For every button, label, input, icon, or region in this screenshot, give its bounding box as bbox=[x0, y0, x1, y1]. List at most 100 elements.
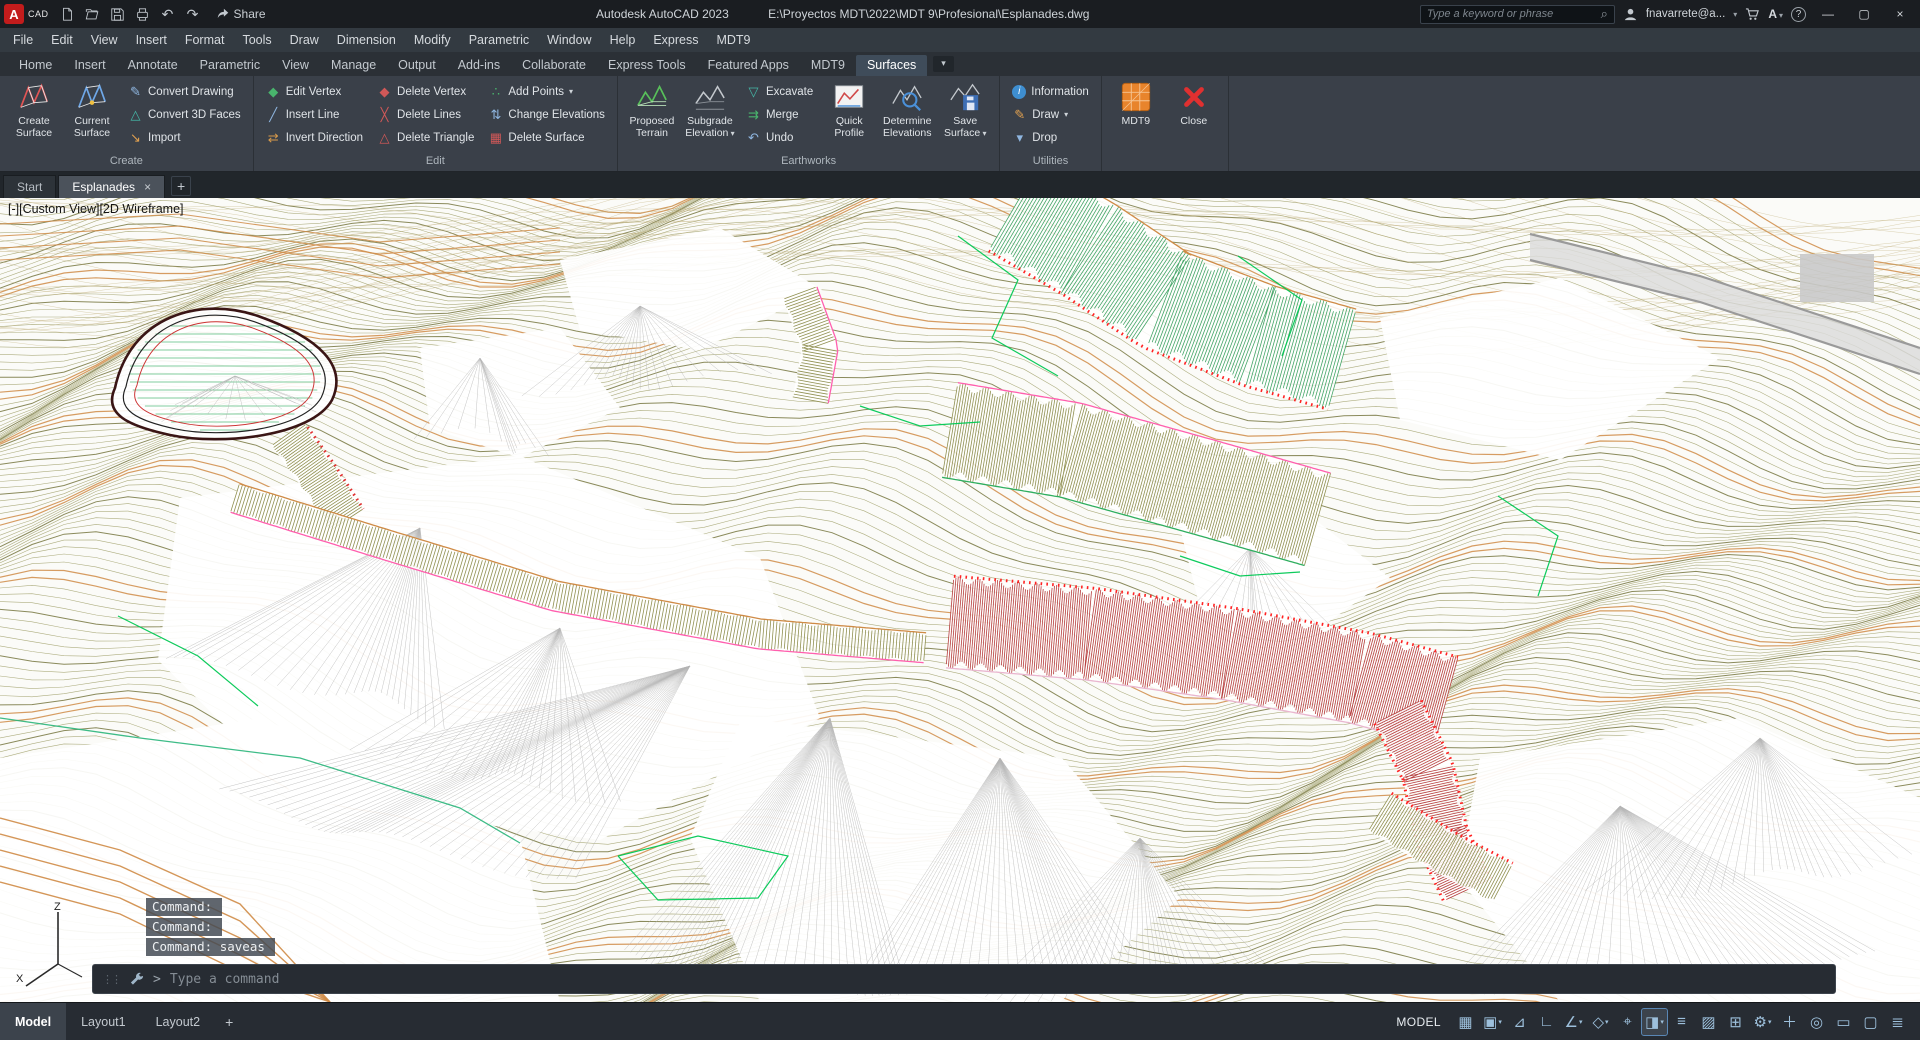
delete-vertex-button[interactable]: ◆Delete Vertex bbox=[374, 81, 477, 102]
object-snap-icon[interactable]: ◨▾ bbox=[1642, 1009, 1667, 1035]
import-button[interactable]: ↘Import bbox=[125, 127, 244, 148]
ribbon-display-toggle[interactable]: ▾ bbox=[933, 56, 954, 72]
redo-button[interactable]: ↷ bbox=[182, 3, 204, 25]
add-points-button[interactable]: ∴Add Points▾ bbox=[485, 81, 608, 102]
ribbon-tab-collaborate[interactable]: Collaborate bbox=[511, 55, 597, 76]
layout-tab-model[interactable]: Model bbox=[0, 1003, 66, 1040]
mdt9-button[interactable]: MDT9 bbox=[1107, 79, 1165, 127]
osnap-tracking-icon[interactable]: ⌖ bbox=[1615, 1009, 1640, 1035]
excavate-button[interactable]: ▽Excavate bbox=[743, 81, 816, 102]
convert-drawing-button[interactable]: ✎Convert Drawing bbox=[125, 81, 244, 102]
close-button[interactable]: Close bbox=[1165, 79, 1223, 127]
user-avatar-icon[interactable] bbox=[1623, 7, 1638, 22]
drop-button[interactable]: ▾Drop bbox=[1009, 127, 1092, 148]
ortho-icon[interactable]: ∟ bbox=[1534, 1009, 1559, 1035]
terrain-drawing[interactable] bbox=[0, 198, 1920, 1002]
create-surface-button[interactable]: CreateSurface bbox=[5, 79, 63, 139]
menu-item-dimension[interactable]: Dimension bbox=[328, 28, 405, 52]
plot-button[interactable] bbox=[132, 3, 154, 25]
menu-item-window[interactable]: Window bbox=[538, 28, 600, 52]
ribbon-tab-featured-apps[interactable]: Featured Apps bbox=[697, 55, 800, 76]
ribbon-tab-output[interactable]: Output bbox=[387, 55, 447, 76]
tab-close-icon[interactable]: × bbox=[144, 180, 151, 194]
menu-item-express[interactable]: Express bbox=[644, 28, 707, 52]
isolate-objects-icon[interactable]: ◎ bbox=[1804, 1009, 1829, 1035]
information-button[interactable]: iInformation bbox=[1009, 81, 1092, 102]
ribbon-tab-parametric[interactable]: Parametric bbox=[189, 55, 271, 76]
search-icon[interactable]: ⌕ bbox=[1601, 6, 1608, 22]
edit-vertex-button[interactable]: ◆Edit Vertex bbox=[263, 81, 366, 102]
crosshair-icon[interactable]: ＋ bbox=[1777, 1009, 1802, 1035]
customization-icon[interactable]: ≣ bbox=[1885, 1009, 1910, 1035]
file-tab-start[interactable]: Start bbox=[3, 175, 56, 198]
command-line[interactable]: ⋮⋮ > bbox=[92, 964, 1836, 994]
drawing-viewport[interactable]: [-][Custom View][2D Wireframe] Z X Comma… bbox=[0, 198, 1920, 1002]
determine-elevations-button[interactable]: DetermineElevations bbox=[878, 79, 936, 139]
ribbon-tab-view[interactable]: View bbox=[271, 55, 320, 76]
menu-item-view[interactable]: View bbox=[82, 28, 127, 52]
search-input[interactable] bbox=[1427, 8, 1601, 20]
menu-item-edit[interactable]: Edit bbox=[42, 28, 82, 52]
clean-screen-icon[interactable]: ▢ bbox=[1858, 1009, 1883, 1035]
polar-tracking-icon[interactable]: ∠▾ bbox=[1561, 1009, 1586, 1035]
draw-button[interactable]: ✎Draw▾ bbox=[1009, 104, 1092, 125]
selection-cycling-icon[interactable]: ⊞ bbox=[1723, 1009, 1748, 1035]
workspace-icon[interactable]: ⚙▾ bbox=[1750, 1009, 1775, 1035]
merge-button[interactable]: ⇉Merge bbox=[743, 104, 816, 125]
graphics-performance-icon[interactable]: ▭ bbox=[1831, 1009, 1856, 1035]
menu-item-format[interactable]: Format bbox=[176, 28, 234, 52]
delete-lines-button[interactable]: ╳Delete Lines bbox=[374, 104, 477, 125]
layout-tab-layout2[interactable]: Layout2 bbox=[141, 1003, 215, 1040]
new-tab-button[interactable]: + bbox=[171, 176, 191, 196]
ribbon-tab-mdt9[interactable]: MDT9 bbox=[800, 55, 856, 76]
menu-item-draw[interactable]: Draw bbox=[281, 28, 328, 52]
insert-line-button[interactable]: ╱Insert Line bbox=[263, 104, 366, 125]
save-surface-button[interactable]: SaveSurface ▾ bbox=[936, 79, 994, 140]
lineweight-icon[interactable]: ≡ bbox=[1669, 1009, 1694, 1035]
ribbon-tab-manage[interactable]: Manage bbox=[320, 55, 387, 76]
snap-mode-icon[interactable]: ▣▾ bbox=[1480, 1009, 1505, 1035]
delete-surface-button[interactable]: ▦Delete Surface bbox=[485, 127, 608, 148]
new-file-button[interactable] bbox=[57, 3, 79, 25]
autodesk-apps-button[interactable]: A▾ bbox=[1768, 7, 1783, 21]
delete-triangle-button[interactable]: △Delete Triangle bbox=[374, 127, 477, 148]
menu-item-file[interactable]: File bbox=[4, 28, 42, 52]
viewport-controls-label[interactable]: [-][Custom View][2D Wireframe] bbox=[8, 202, 184, 216]
subgrade-elevation-button[interactable]: SubgradeElevation ▾ bbox=[681, 79, 739, 140]
close-button[interactable]: × bbox=[1886, 7, 1914, 21]
current-surface-button[interactable]: CurrentSurface bbox=[63, 79, 121, 139]
layout-tab-layout1[interactable]: Layout1 bbox=[66, 1003, 140, 1040]
user-account-label[interactable]: fnavarrete@a... bbox=[1646, 8, 1725, 20]
menu-item-tools[interactable]: Tools bbox=[233, 28, 280, 52]
menu-item-modify[interactable]: Modify bbox=[405, 28, 460, 52]
undo-button[interactable]: ↶ bbox=[157, 3, 179, 25]
quick-profile-button[interactable]: QuickProfile bbox=[820, 79, 878, 139]
change-elevations-button[interactable]: ⇅Change Elevations bbox=[485, 104, 608, 125]
ribbon-tab-express-tools[interactable]: Express Tools bbox=[597, 55, 697, 76]
help-button[interactable]: ? bbox=[1791, 7, 1806, 22]
new-layout-button[interactable]: + bbox=[215, 1003, 243, 1040]
command-input[interactable] bbox=[170, 972, 1826, 987]
proposed-terrain-button[interactable]: ProposedTerrain bbox=[623, 79, 681, 139]
share-button[interactable]: Share bbox=[216, 7, 266, 21]
convert-3d-faces-button[interactable]: △Convert 3D Faces bbox=[125, 104, 244, 125]
ribbon-tab-surfaces[interactable]: Surfaces bbox=[856, 55, 927, 76]
menu-item-mdt9[interactable]: MDT9 bbox=[707, 28, 759, 52]
transparency-icon[interactable]: ▨ bbox=[1696, 1009, 1721, 1035]
user-menu-arrow-icon[interactable]: ▾ bbox=[1733, 10, 1737, 19]
application-menu-button[interactable]: A bbox=[4, 4, 24, 24]
ribbon-tab-home[interactable]: Home bbox=[8, 55, 63, 76]
maximize-button[interactable]: ▢ bbox=[1850, 7, 1878, 21]
grid-icon[interactable]: ▦ bbox=[1453, 1009, 1478, 1035]
customize-wrench-icon[interactable] bbox=[129, 972, 144, 987]
isodraft-icon[interactable]: ◇▾ bbox=[1588, 1009, 1613, 1035]
minimize-button[interactable]: — bbox=[1814, 7, 1842, 21]
file-tab-esplanades[interactable]: Esplanades× bbox=[58, 175, 165, 198]
infer-constraints-icon[interactable]: ⊿ bbox=[1507, 1009, 1532, 1035]
menu-item-parametric[interactable]: Parametric bbox=[460, 28, 538, 52]
save-button[interactable] bbox=[107, 3, 129, 25]
undo-button[interactable]: ↶Undo bbox=[743, 127, 816, 148]
invert-direction-button[interactable]: ⇄Invert Direction bbox=[263, 127, 366, 148]
ribbon-tab-insert[interactable]: Insert bbox=[63, 55, 116, 76]
ribbon-tab-add-ins[interactable]: Add-ins bbox=[447, 55, 511, 76]
